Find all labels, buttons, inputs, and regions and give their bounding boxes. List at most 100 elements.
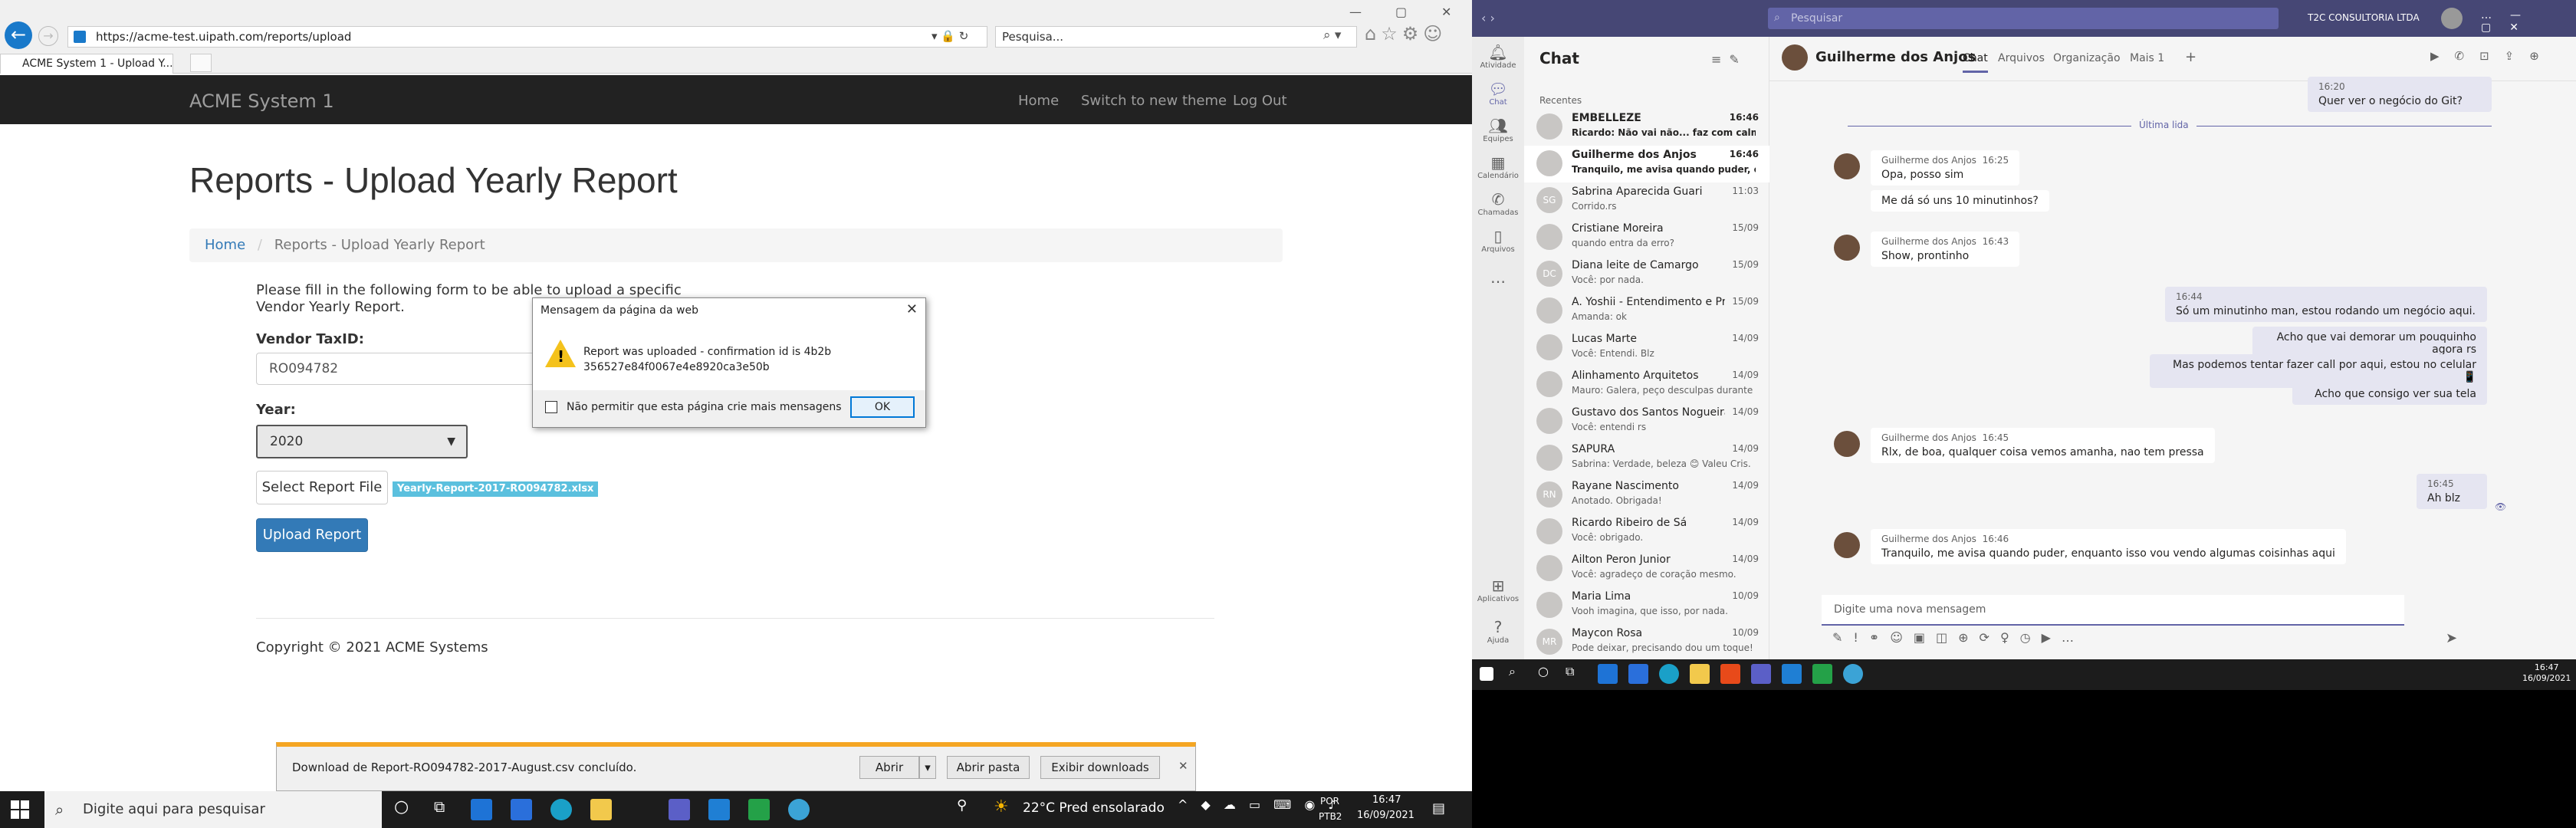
year-select[interactable]: 2020 ▼ bbox=[256, 425, 468, 458]
uipath-icon[interactable] bbox=[1782, 664, 1802, 684]
compose-toolbar[interactable]: ✎!⚭☺▣◫⊕⟳♀◷▶… bbox=[1832, 630, 2085, 645]
browser-tab[interactable]: ACME System 1 - Upload Y... bbox=[0, 54, 173, 74]
browser-toolbar-icons[interactable]: ⌂☆⚙☺ bbox=[1365, 23, 1447, 44]
chat-list-item[interactable]: RN Rayane Nascimento Anotado. Obrigada! 14/… bbox=[1524, 477, 1769, 514]
nav-home[interactable]: Home bbox=[1018, 93, 1059, 109]
tray-icons[interactable]: ^ ◆ ☁ ▭ ⌨ ◉ ♪ bbox=[1178, 797, 1341, 812]
search-icon[interactable]: ⌕ ▾ bbox=[1323, 28, 1341, 43]
filter-icon[interactable]: ≡✎ bbox=[1711, 52, 1747, 67]
teams-search-input[interactable]: Pesquisar bbox=[1768, 8, 2279, 29]
edge-icon[interactable] bbox=[1659, 664, 1679, 684]
clock[interactable]: 16:47 16/09/2021 bbox=[2522, 662, 2571, 684]
mail-icon[interactable] bbox=[471, 799, 492, 820]
teams-icon[interactable] bbox=[1751, 664, 1771, 684]
avatar[interactable] bbox=[1834, 235, 1860, 261]
studio-icon[interactable] bbox=[748, 799, 770, 820]
nav-arrows[interactable]: ‹ › bbox=[1481, 11, 1495, 25]
windows-start-icon[interactable] bbox=[11, 800, 29, 819]
notification-icon[interactable]: ▤ bbox=[1432, 800, 1445, 816]
app-icon[interactable] bbox=[511, 799, 532, 820]
lang-primary[interactable]: POR bbox=[1320, 796, 1339, 807]
app-icon[interactable] bbox=[1720, 664, 1740, 684]
message-in[interactable]: Me dá só uns 10 minutinhos? bbox=[1871, 190, 2049, 212]
rail-chat[interactable]: 💬︎ Chat bbox=[1472, 80, 1524, 107]
compose-input[interactable]: Digite uma nova mensagem bbox=[1822, 595, 2404, 626]
message-out[interactable]: 16:44 Só um minutinho man, estou rodando… bbox=[2165, 287, 2487, 322]
task-view-icon[interactable]: ⧉ bbox=[434, 797, 445, 816]
chat-list-item[interactable]: Alinhamento Arquitetos Mauro: Galera, peç… bbox=[1524, 366, 1769, 403]
mail-icon[interactable] bbox=[1598, 664, 1618, 684]
avatar[interactable] bbox=[1834, 431, 1860, 457]
avatar[interactable] bbox=[1834, 532, 1860, 558]
chat-list-item[interactable]: Maria Lima Vooh imagina, que isso, por na… bbox=[1524, 587, 1769, 624]
site-brand[interactable]: ACME System 1 bbox=[189, 90, 334, 112]
add-tab-icon[interactable]: + bbox=[2185, 49, 2196, 65]
tab-more[interactable]: Mais 1 bbox=[2130, 52, 2164, 64]
rail-help[interactable]: ? Ajuda bbox=[1472, 618, 1524, 645]
chat-list-item[interactable]: A. Yoshii - Entendimento e Prep... Amanda… bbox=[1524, 293, 1769, 330]
chat-list-item[interactable]: Guilherme dos Anjos Tranquilo, me avisa q… bbox=[1524, 146, 1769, 182]
chat-list-item[interactable]: Lucas Marte Você: Entendi. Blz 14/09 bbox=[1524, 330, 1769, 366]
address-tools[interactable]: ▾ 🔒 ↻ bbox=[932, 29, 968, 43]
nav-switch-theme[interactable]: Switch to new theme bbox=[1081, 93, 1227, 109]
taskbar-search-input[interactable]: Digite aqui para pesquisar bbox=[44, 791, 382, 828]
dialog-ok-button[interactable]: OK bbox=[850, 396, 915, 418]
conversation-title[interactable]: Guilherme dos Anjos bbox=[1815, 49, 1976, 65]
chat-list-item[interactable]: Ricardo Ribeiro de Sá Você: obrigado. 14/0… bbox=[1524, 514, 1769, 550]
windows-start-icon[interactable] bbox=[1480, 667, 1493, 681]
file-explorer-icon[interactable] bbox=[590, 799, 612, 820]
nav-logout[interactable]: Log Out bbox=[1233, 93, 1287, 109]
chat-list-item[interactable]: DC Diana leite de Camargo Você: por nada. 1… bbox=[1524, 256, 1769, 293]
chat-list-title[interactable]: Chat bbox=[1539, 49, 1579, 67]
suppress-checkbox-label[interactable]: Não permitir que esta página crie mais m… bbox=[567, 401, 842, 413]
browser-icon[interactable] bbox=[1843, 664, 1863, 684]
download-open-button[interactable]: Abrir bbox=[859, 756, 919, 779]
message-out[interactable]: 16:20 Quer ver o negócio do Git? bbox=[2308, 77, 2492, 112]
download-open-folder-button[interactable]: Abrir pasta bbox=[947, 756, 1030, 779]
upload-report-button[interactable]: Upload Report bbox=[256, 518, 368, 552]
chat-list-item[interactable]: Cristiane Moreira quando entra da erro? 15… bbox=[1524, 219, 1769, 256]
browser-icon[interactable] bbox=[788, 799, 810, 820]
clock-time[interactable]: 16:47 bbox=[1372, 794, 1401, 806]
chevron-down-icon[interactable]: ▾ bbox=[919, 756, 936, 779]
address-bar[interactable]: https://acme-test.uipath.com/reports/upl… bbox=[67, 26, 987, 48]
uipath-icon[interactable] bbox=[708, 799, 730, 820]
cortana-icon[interactable]: ○ bbox=[1538, 664, 1558, 684]
maximize-button[interactable]: ▢ bbox=[1395, 5, 1407, 19]
chat-list-item[interactable]: SG Sabrina Aparecida Guari Corrido.rs 11:03 bbox=[1524, 182, 1769, 219]
message-in[interactable]: Guilherme dos Anjos 16:25 Opa, posso sim bbox=[1871, 150, 2020, 186]
avatar[interactable] bbox=[1834, 153, 1860, 179]
chat-list-item[interactable]: Gustavo dos Santos Nogueira Você: entendi… bbox=[1524, 403, 1769, 440]
message-out[interactable]: Acho que consigo ver sua tela bbox=[2292, 383, 2487, 405]
suppress-checkbox[interactable] bbox=[545, 401, 557, 413]
rail-teams[interactable]: 👥︎ Equipes bbox=[1472, 117, 1524, 143]
rail-calendar[interactable]: ▦ Calendário bbox=[1472, 153, 1524, 180]
edge-icon[interactable] bbox=[550, 799, 572, 820]
chat-list-item[interactable]: Ailton Peron Junior Você: agradeço de cor… bbox=[1524, 550, 1769, 587]
app-icon[interactable] bbox=[1628, 664, 1648, 684]
rail-activity[interactable]: 🔔︎ Atividade bbox=[1472, 43, 1524, 70]
weather-text[interactable]: 22°C Pred ensolarado bbox=[1023, 800, 1165, 816]
select-file-button[interactable]: Select Report File bbox=[256, 471, 388, 504]
show-downloads-button[interactable]: Exibir downloads bbox=[1040, 756, 1160, 779]
close-window-button[interactable]: ✕ bbox=[1441, 5, 1451, 19]
window-controls[interactable]: …—▢✕ bbox=[2481, 9, 2576, 34]
file-explorer-icon[interactable] bbox=[1690, 664, 1710, 684]
chat-list-item[interactable]: EMBELLEZE Ricardo: Não vai não... faz com… bbox=[1524, 109, 1769, 146]
studio-icon[interactable] bbox=[1812, 664, 1832, 684]
rail-calls[interactable]: ✆ Chamadas bbox=[1472, 190, 1524, 217]
clock-date[interactable]: 16/09/2021 bbox=[1357, 810, 1414, 821]
message-in[interactable]: Guilherme dos Anjos 16:46 Tranquilo, me … bbox=[1871, 529, 2346, 564]
tab-organization[interactable]: Organização bbox=[2053, 52, 2121, 64]
more-apps-icon[interactable]: … bbox=[1472, 268, 1524, 287]
lang-secondary[interactable]: PTB2 bbox=[1319, 811, 1342, 822]
person-icon[interactable]: ⚲ bbox=[957, 797, 967, 813]
minimize-button[interactable]: — bbox=[1349, 5, 1362, 19]
search-icon[interactable]: ⌕ bbox=[1509, 664, 1529, 684]
breadcrumb-home[interactable]: Home bbox=[205, 237, 245, 253]
chat-list-item[interactable]: MR Maycon Rosa Pode deixar, precisando dou… bbox=[1524, 624, 1769, 661]
rail-files[interactable]: ▯ Arquivos bbox=[1472, 227, 1524, 254]
task-view-icon[interactable]: ⧉ bbox=[1566, 664, 1585, 684]
message-in[interactable]: Guilherme dos Anjos 16:43 Show, prontinh… bbox=[1871, 232, 2020, 267]
message-out[interactable]: 16:45 Ah blz bbox=[2417, 474, 2487, 509]
